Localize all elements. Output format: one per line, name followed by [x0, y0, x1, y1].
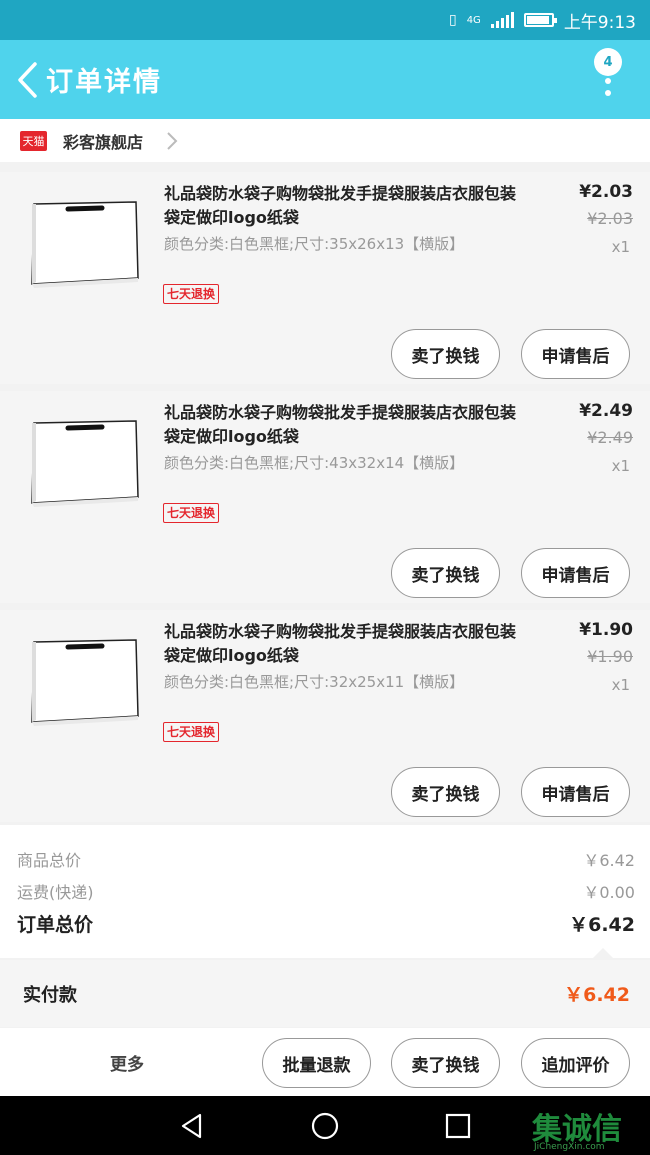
paid-amount-row: 实付款 ￥6.42 — [0, 960, 650, 1027]
product-thumbnail[interactable] — [20, 622, 144, 730]
order-total-value: ￥6.42 — [569, 914, 635, 936]
order-item[interactable]: 礼品袋防水袋子购物袋批发手提袋服装店衣服包装袋定做印logo纸袋 颜色分类:白色… — [0, 610, 650, 822]
caret-up-icon — [593, 948, 613, 958]
network-label: 4G — [466, 14, 481, 26]
sell-button[interactable]: 卖了换钱 — [391, 1038, 500, 1088]
back-button[interactable] — [10, 60, 44, 100]
return-policy-tag: 七天退换 — [163, 722, 220, 742]
recents-square-icon[interactable] — [442, 1110, 474, 1142]
price-summary: 商品总价 ￥6.42 运费(快递) ￥0.00 订单总价 ￥6.42 — [0, 825, 650, 958]
shipping-label: 运费(快递) — [17, 883, 94, 902]
order-total-label: 订单总价 — [17, 914, 94, 936]
watermark-url: JiChengXin.com — [534, 1142, 605, 1152]
shop-name: 彩客旗舰店 — [63, 132, 144, 152]
signal-icon — [490, 12, 514, 28]
more-menu-button[interactable]: 4 — [594, 48, 624, 104]
order-item[interactable]: 礼品袋防水袋子购物袋批发手提袋服装店衣服包装袋定做印logo纸袋 颜色分类:白色… — [0, 172, 650, 384]
chevron-right-icon — [167, 131, 178, 150]
product-price: ¥1.90 — [579, 620, 633, 640]
product-attributes: 颜色分类:白色黑框;尺寸:43x32x14【横版】 — [164, 454, 465, 472]
paid-value: ￥6.42 — [564, 984, 630, 1006]
order-total-row: 订单总价 ￥6.42 — [17, 910, 635, 937]
product-thumbnail[interactable] — [20, 403, 144, 511]
product-attributes: 颜色分类:白色黑框;尺寸:32x25x11【横版】 — [164, 673, 465, 691]
clock: 上午9:13 — [563, 12, 636, 33]
after-sales-button[interactable]: 申请售后 — [521, 548, 630, 598]
shipping-row: 运费(快递) ￥0.00 — [17, 879, 635, 903]
goods-total-row: 商品总价 ￥6.42 — [17, 847, 635, 871]
original-price: ¥2.03 — [587, 209, 633, 228]
shop-row[interactable]: 天猫 彩客旗舰店 — [0, 119, 650, 162]
after-sales-button[interactable]: 申请售后 — [521, 767, 630, 817]
sell-button[interactable]: 卖了换钱 — [391, 329, 500, 379]
back-triangle-icon[interactable] — [176, 1110, 208, 1142]
order-item[interactable]: 礼品袋防水袋子购物袋批发手提袋服装店衣服包装袋定做印logo纸袋 颜色分类:白色… — [0, 391, 650, 603]
product-quantity: x1 — [611, 238, 630, 256]
page-title: 订单详情 — [46, 67, 162, 98]
add-review-button[interactable]: 追加评价 — [521, 1038, 630, 1088]
product-quantity: x1 — [611, 676, 630, 694]
product-title[interactable]: 礼品袋防水袋子购物袋批发手提袋服装店衣服包装袋定做印logo纸袋 — [164, 401, 529, 449]
header: 订单详情 4 — [0, 40, 650, 119]
goods-total-value: ￥6.42 — [583, 851, 635, 870]
home-circle-icon[interactable] — [309, 1110, 341, 1142]
product-attributes: 颜色分类:白色黑框;尺寸:35x26x13【横版】 — [164, 235, 465, 253]
tmall-logo: 天猫 — [20, 130, 47, 151]
chevron-left-icon — [18, 61, 37, 98]
watermark-logo: 集诚信 JiChengXin.com — [528, 1100, 644, 1152]
product-title[interactable]: 礼品袋防水袋子购物袋批发手提袋服装店衣服包装袋定做印logo纸袋 — [164, 620, 529, 668]
return-policy-tag: 七天退换 — [163, 284, 220, 304]
product-thumbnail[interactable] — [20, 184, 144, 292]
sell-button[interactable]: 卖了换钱 — [391, 767, 500, 817]
shipping-value: ￥0.00 — [583, 883, 635, 902]
original-price: ¥2.49 — [587, 428, 633, 447]
paid-label: 实付款 — [23, 984, 77, 1006]
product-price: ¥2.49 — [579, 401, 633, 421]
vibrate-icon: ▯ — [448, 12, 457, 28]
product-title[interactable]: 礼品袋防水袋子购物袋批发手提袋服装店衣服包装袋定做印logo纸袋 — [164, 182, 529, 230]
more-button[interactable]: 更多 — [110, 1050, 144, 1075]
notification-badge: 4 — [594, 48, 622, 76]
product-price: ¥2.03 — [579, 182, 633, 202]
batch-refund-button[interactable]: 批量退款 — [262, 1038, 371, 1088]
status-bar: ▯ 4G 上午9:13 — [0, 0, 650, 40]
action-bar: 更多 批量退款 卖了换钱 追加评价 — [0, 1028, 650, 1096]
sell-button[interactable]: 卖了换钱 — [391, 548, 500, 598]
goods-total-label: 商品总价 — [17, 851, 82, 870]
return-policy-tag: 七天退换 — [163, 503, 220, 523]
product-quantity: x1 — [611, 457, 630, 475]
after-sales-button[interactable]: 申请售后 — [521, 329, 630, 379]
more-dots-icon — [605, 78, 611, 102]
original-price: ¥1.90 — [587, 647, 633, 666]
battery-icon — [523, 13, 557, 27]
